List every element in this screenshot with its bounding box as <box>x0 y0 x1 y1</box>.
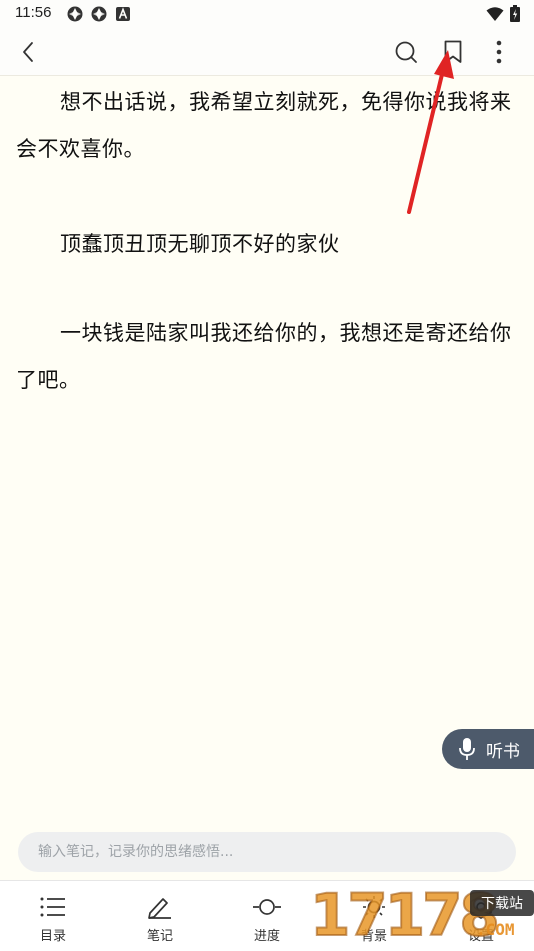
bottom-nav: 目录 笔记 进度 背景 设置 <box>0 880 534 951</box>
a-badge-icon <box>116 7 130 21</box>
note-input[interactable] <box>18 832 516 872</box>
status-right-icons <box>486 5 520 22</box>
status-left-icons <box>66 5 132 23</box>
settings-icon <box>470 895 492 919</box>
status-time: 11:56 <box>15 4 52 21</box>
listen-label: 听书 <box>486 741 520 762</box>
brightness-icon <box>363 896 385 918</box>
app-notification-icon <box>67 6 83 22</box>
bookmark-button[interactable] <box>439 38 467 66</box>
paragraph: 一块钱是陆家叫我还给你的，我想还是寄还给你了吧。 <box>16 321 512 392</box>
paragraph: 顶蠢顶丑顶无聊顶不好的家伙 <box>60 232 340 256</box>
nav-item-background[interactable]: 背景 <box>329 881 419 951</box>
nav-label: 目录 <box>39 929 66 944</box>
progress-icon <box>253 899 281 915</box>
pen-icon <box>148 898 171 919</box>
nav-item-catalog[interactable]: 目录 <box>8 881 98 951</box>
nav-label: 笔记 <box>146 929 173 944</box>
bookmark-icon <box>444 40 462 63</box>
microphone-icon <box>459 738 475 760</box>
more-vertical-icon <box>496 40 502 64</box>
app-notification-icon <box>91 6 107 22</box>
more-button[interactable] <box>485 38 513 66</box>
battery-charging-icon <box>510 5 520 22</box>
status-bar: 11:56 <box>0 0 534 28</box>
reader-content[interactable]: 想不出话说，我希望立刻就死，免得你说我将来会不欢喜你。 顶蠢顶丑顶无聊顶不好的家… <box>0 76 534 824</box>
nav-item-progress[interactable]: 进度 <box>222 881 312 951</box>
back-chevron-icon <box>23 42 33 62</box>
search-button[interactable] <box>392 38 420 66</box>
back-button[interactable] <box>14 38 42 66</box>
listen-button[interactable]: 听书 <box>442 729 534 769</box>
nav-item-settings[interactable]: 设置 <box>436 881 526 951</box>
nav-label: 进度 <box>253 929 280 944</box>
nav-label: 设置 <box>467 929 494 944</box>
nav-label: 背景 <box>360 929 387 944</box>
note-bar <box>0 824 534 880</box>
paragraph: 想不出话说，我希望立刻就死，免得你说我将来会不欢喜你。 <box>16 90 512 161</box>
nav-item-notes[interactable]: 笔记 <box>115 881 205 951</box>
wifi-icon <box>486 6 504 21</box>
search-icon <box>395 41 417 63</box>
reader-toolbar <box>0 28 534 76</box>
catalog-icon <box>40 897 65 917</box>
